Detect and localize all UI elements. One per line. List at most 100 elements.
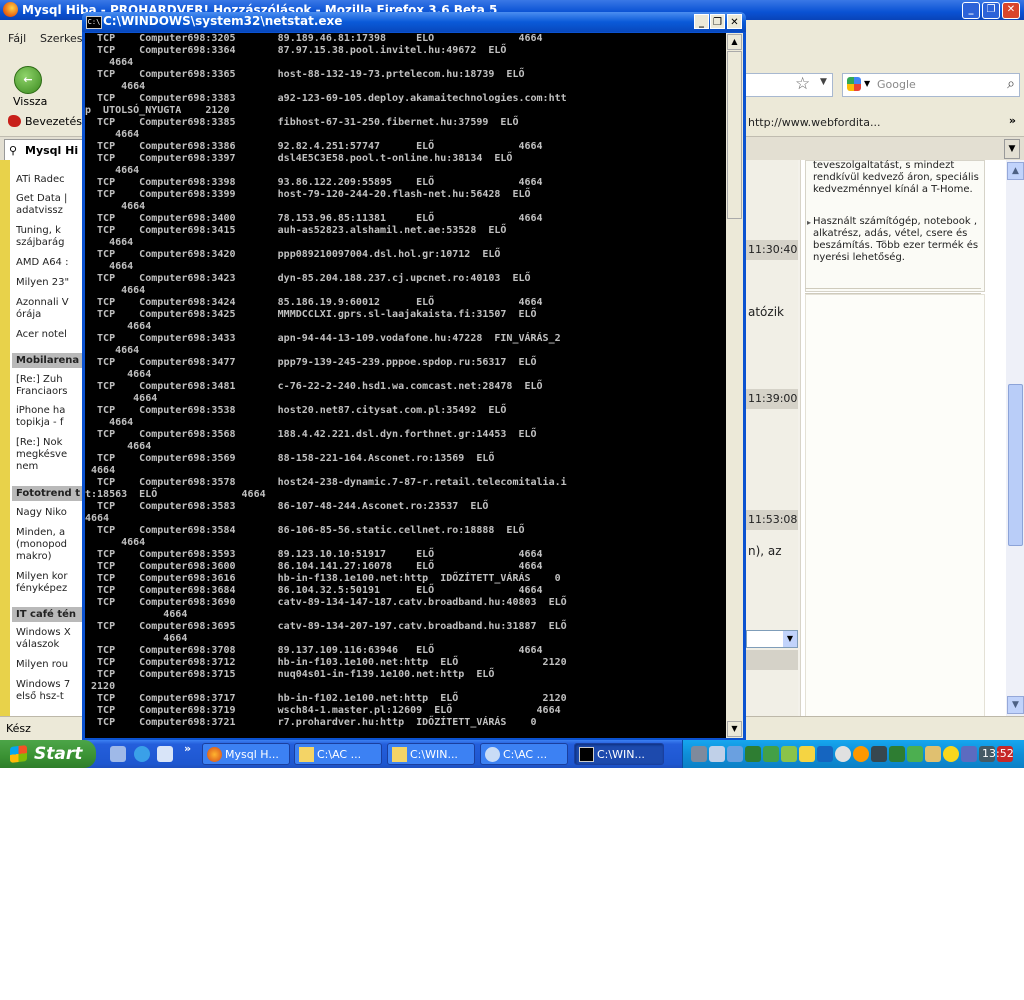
sidebar-link[interactable]: AMD A64 :: [16, 257, 84, 269]
task-console[interactable]: C:\WIN...: [574, 743, 664, 765]
sidebar-link[interactable]: Windows X válaszok: [16, 627, 84, 651]
sidebar-link[interactable]: Acer notel: [16, 329, 84, 341]
sidebar-link[interactable]: Azonnali V órája: [16, 297, 84, 321]
netstat-output-text: TCP Computer698:3205 89.189.46.81:17398 …: [85, 33, 567, 728]
ad-text-thome[interactable]: teveszolgaltatást, s mindezt rendkívül k…: [813, 160, 983, 196]
quicklaunch-desktop-icon[interactable]: [110, 746, 126, 762]
task-ac-app[interactable]: C:\AC ...: [480, 743, 568, 765]
sidebar-link[interactable]: [Re:] Zuh Franciaors: [16, 374, 84, 398]
sidebar-link[interactable]: Milyen rou: [16, 659, 84, 671]
back-arrow-icon[interactable]: ←: [14, 66, 42, 94]
close-button[interactable]: ✕: [1002, 2, 1020, 19]
restore-button[interactable]: ❐: [982, 2, 1000, 19]
menu-edit[interactable]: Szerkes: [40, 32, 83, 45]
bookmark-webfordita[interactable]: http://www.webfordita...: [748, 116, 880, 129]
post-timestamp: 11:39:00: [746, 389, 798, 409]
sidebar-link[interactable]: Nagy Niko: [16, 507, 84, 519]
quicklaunch-media-icon[interactable]: [157, 746, 173, 762]
sidebar-link[interactable]: Milyen kor fényképez: [16, 571, 84, 595]
sidebar-link[interactable]: [Re:] Nok megkésve nem: [16, 437, 84, 473]
tab-mysql-hiba[interactable]: ⚲ Mysql Hi: [4, 139, 88, 161]
sidebar-section-itcafe[interactable]: IT café tén: [12, 607, 84, 622]
tray-app-icon[interactable]: [727, 746, 743, 762]
tray-app-icon[interactable]: [835, 746, 851, 762]
tray-app-icon[interactable]: [817, 746, 833, 762]
sidebar-link[interactable]: Windows 7 első hsz-t: [16, 679, 84, 703]
console-scroll-up-icon[interactable]: ▲: [727, 34, 742, 50]
console-title-bar[interactable]: C:\ C:\WINDOWS\system32\netstat.exe _ ❐ …: [82, 12, 746, 32]
engine-dropdown-icon[interactable]: ▼: [864, 79, 870, 88]
tray-app-icon[interactable]: [925, 746, 941, 762]
chevron-down-icon[interactable]: ▼: [783, 631, 797, 647]
bookmarks-overflow-icon[interactable]: »: [1009, 114, 1016, 127]
start-button[interactable]: Start: [0, 740, 96, 768]
sidebar-link[interactable]: Tuning, k szájbarág: [16, 225, 84, 249]
task-folder-ac[interactable]: C:\AC ...: [294, 743, 382, 765]
tray-app-icon[interactable]: [961, 746, 977, 762]
console-maximize-button[interactable]: ❐: [710, 14, 725, 29]
tray-app-icon[interactable]: [853, 746, 869, 762]
search-input[interactable]: ▼ Google ⌕: [842, 73, 1020, 97]
url-dropdown-icon[interactable]: ▼: [820, 77, 827, 87]
tab-list-dropdown-icon[interactable]: ▼: [1004, 139, 1020, 159]
taskbar: Start » Mysql H... C:\AC ... C:\WIN... C…: [0, 740, 1024, 768]
tray-network-icon[interactable]: [781, 746, 797, 762]
console-app-icon[interactable]: C:\: [86, 16, 102, 29]
app-task-icon: [485, 747, 500, 762]
sidebar-link[interactable]: Get Data | adatvissz: [16, 193, 84, 217]
quicklaunch-ie-icon[interactable]: [134, 746, 150, 762]
minimize-button[interactable]: _: [962, 2, 980, 19]
tray-app-icon[interactable]: [907, 746, 923, 762]
tray-clock[interactable]: 13:52: [982, 747, 1014, 760]
folder-icon: [392, 747, 407, 762]
tray-app-icon[interactable]: [799, 746, 815, 762]
back-button-label[interactable]: Vissza: [13, 95, 47, 108]
sidebar-link[interactable]: iPhone ha topikja - f: [16, 405, 84, 429]
ad-text-used-pc[interactable]: Használt számítógép, notebook , alkatrés…: [813, 216, 983, 264]
bookmark-star-icon[interactable]: ☆: [795, 74, 810, 94]
post-timestamp: 11:30:40: [746, 240, 798, 260]
system-tray: [682, 740, 1024, 768]
console-task-icon: [579, 747, 594, 762]
netstat-console-window[interactable]: C:\ C:\WINDOWS\system32\netstat.exe _ ❐ …: [82, 12, 746, 740]
console-window-title: C:\WINDOWS\system32\netstat.exe: [103, 14, 343, 28]
sidebar-link[interactable]: ATi Radec: [16, 174, 84, 186]
page-scrollbar[interactable]: ▲ ▼: [1006, 160, 1024, 716]
console-output[interactable]: TCP Computer698:3205 89.189.46.81:17398 …: [85, 33, 726, 738]
right-sidebar: teveszolgaltatást, s mindezt rendkívül k…: [800, 160, 1007, 718]
task-label: Mysql H...: [225, 748, 279, 761]
bookmark-bevezetes[interactable]: Bevezetés: [8, 115, 82, 128]
post-timestamp: 11:53:08: [746, 510, 798, 530]
menu-file[interactable]: Fájl: [8, 32, 26, 45]
tray-app-icon[interactable]: [763, 746, 779, 762]
tray-app-icon[interactable]: [709, 746, 725, 762]
task-firefox[interactable]: Mysql H...: [202, 743, 290, 765]
scroll-thumb[interactable]: [1008, 384, 1023, 546]
post-text-fragment: atózik: [748, 305, 784, 319]
task-folder-windows[interactable]: C:\WIN...: [387, 743, 475, 765]
sidebar-link[interactable]: Milyen 23": [16, 277, 84, 289]
google-engine-icon[interactable]: [847, 77, 861, 91]
scroll-up-icon[interactable]: ▲: [1007, 162, 1024, 180]
scroll-down-icon[interactable]: ▼: [1007, 696, 1024, 714]
sidebar-panel: [805, 294, 985, 718]
sidebar-section-mobilarena[interactable]: Mobilarena: [12, 353, 84, 368]
console-scrollbar[interactable]: ▲ ▼: [726, 33, 743, 738]
post-header-bar: [746, 650, 798, 670]
tray-app-icon[interactable]: [745, 746, 761, 762]
page-select-dropdown[interactable]: ▼: [746, 630, 798, 648]
tray-app-icon[interactable]: [889, 746, 905, 762]
quicklaunch-overflow-icon[interactable]: »: [184, 742, 191, 755]
console-close-button[interactable]: ✕: [727, 14, 742, 29]
search-placeholder: Google: [877, 78, 916, 91]
sidebar-section-fototrend[interactable]: Fototrend t: [12, 486, 84, 501]
volume-icon[interactable]: [871, 746, 887, 762]
console-minimize-button[interactable]: _: [694, 14, 709, 29]
tray-app-icon[interactable]: [943, 746, 959, 762]
tray-app-icon[interactable]: [691, 746, 707, 762]
console-scroll-thumb[interactable]: [727, 51, 742, 219]
sidebar-link[interactable]: Minden, a (monopod makro): [16, 527, 84, 563]
search-magnifier-icon[interactable]: ⌕: [1007, 76, 1015, 92]
console-scroll-down-icon[interactable]: ▼: [727, 721, 742, 737]
tab-label: Mysql Hi: [25, 144, 79, 157]
